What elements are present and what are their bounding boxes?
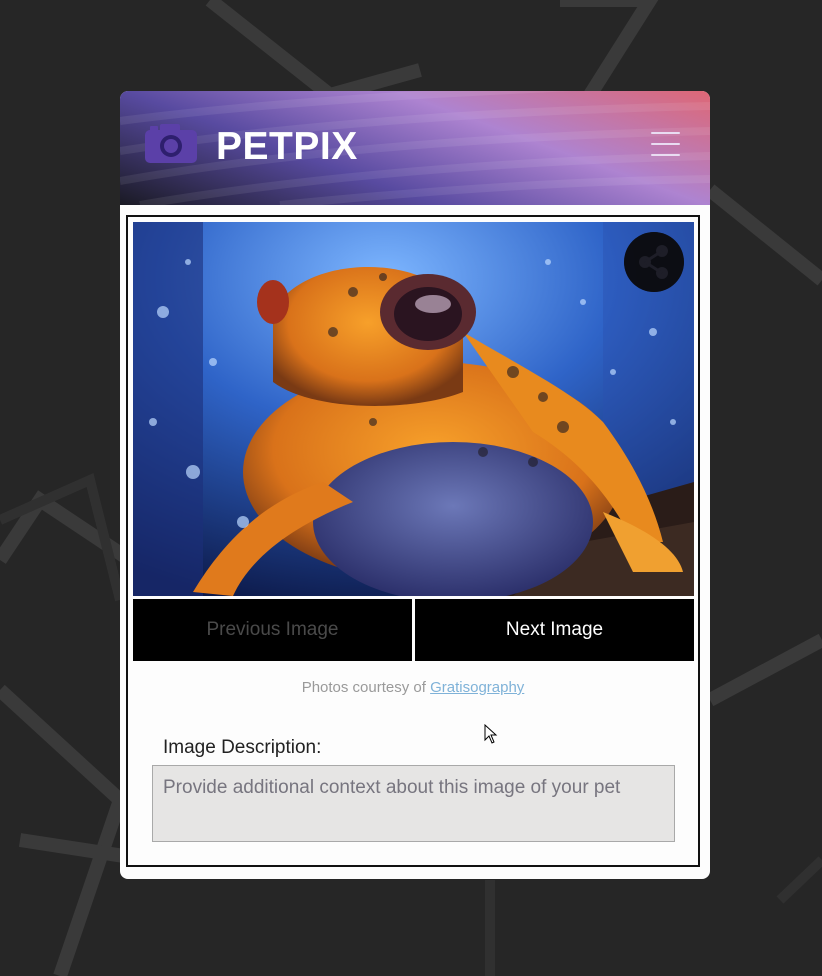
credit-prefix: Photos courtesy of bbox=[301, 679, 431, 696]
camera-icon bbox=[145, 124, 197, 163]
next-image-button[interactable]: Next Image bbox=[415, 599, 694, 661]
brand-title[interactable]: PETPIX bbox=[216, 125, 358, 169]
gratisography-link[interactable]: Gratisography bbox=[430, 679, 524, 696]
previous-image-button[interactable]: Previous Image bbox=[133, 599, 412, 661]
image-description-field[interactable] bbox=[152, 765, 675, 842]
hamburger-menu-icon[interactable] bbox=[651, 131, 681, 157]
image-description-label: Image Description: bbox=[163, 737, 322, 758]
share-icon[interactable] bbox=[624, 232, 684, 292]
header-pattern bbox=[120, 91, 710, 205]
photo-credit: Photos courtesy of Gratisography bbox=[120, 679, 706, 696]
pet-photo bbox=[133, 222, 694, 596]
header: PETPIX bbox=[120, 91, 710, 205]
mouse-cursor-icon bbox=[484, 724, 498, 744]
petpix-card: PETPIX Previous Image Next Image Photos … bbox=[120, 91, 710, 879]
